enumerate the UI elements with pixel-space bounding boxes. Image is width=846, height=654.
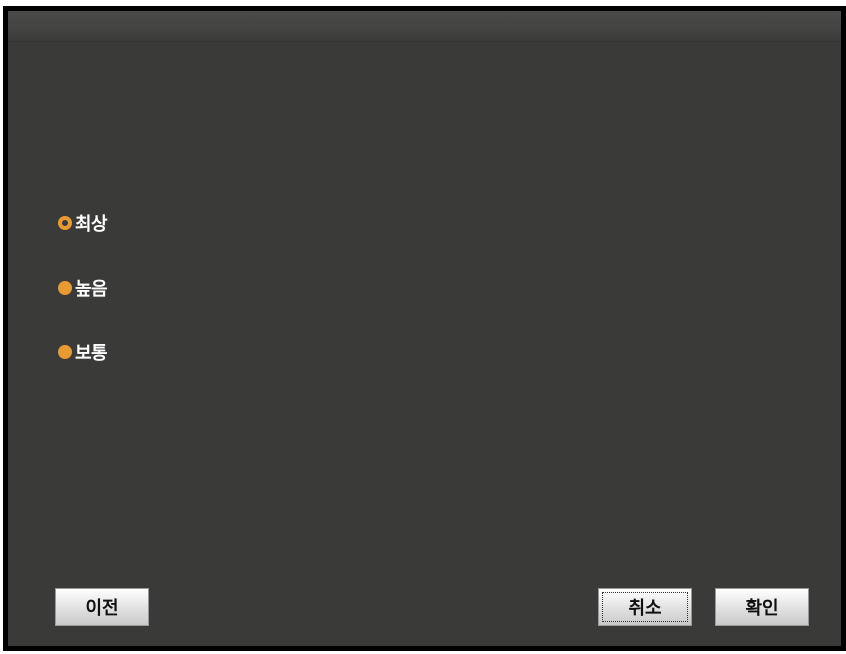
radio-unselected-icon <box>58 281 72 295</box>
radio-label-normal: 보통 <box>75 343 108 364</box>
radio-label-high: 높음 <box>75 279 108 300</box>
radio-option-high[interactable]: 높음 <box>58 276 108 300</box>
confirm-button[interactable]: 확인 <box>715 588 809 626</box>
radio-option-best[interactable]: 최상 <box>58 211 108 235</box>
cancel-button[interactable]: 취소 <box>598 588 692 626</box>
radio-selected-icon <box>58 216 72 230</box>
title-bar <box>8 11 841 42</box>
previous-button[interactable]: 이전 <box>55 588 149 626</box>
radio-unselected-icon <box>58 345 72 359</box>
dialog-panel: 최상 높음 보통 이전 취소 확인 <box>8 11 841 646</box>
radio-label-best: 최상 <box>75 214 108 235</box>
dialog-frame: 최상 높음 보통 이전 취소 확인 <box>3 6 846 651</box>
radio-option-normal[interactable]: 보통 <box>58 340 108 364</box>
